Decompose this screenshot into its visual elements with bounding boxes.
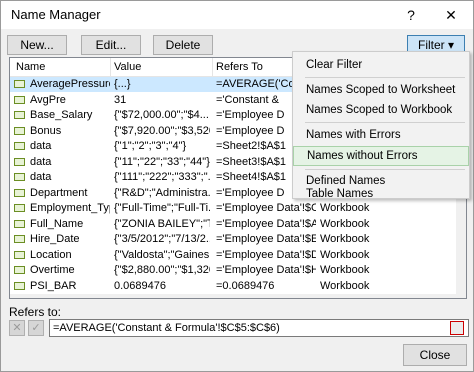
row-value: 31 [114, 93, 127, 106]
row-name: data [30, 155, 52, 168]
row-name: Full_Name [30, 217, 84, 230]
delete-button[interactable]: Delete [153, 35, 213, 55]
row-name: data [30, 140, 52, 152]
row-scope: Workbook [320, 202, 370, 214]
range-select-icon[interactable] [450, 321, 464, 335]
row-name: Location [30, 248, 72, 261]
named-range-icon [14, 126, 25, 135]
row-name: data [30, 171, 52, 183]
column-header-refers-to[interactable]: Refers To [216, 61, 263, 73]
row-name: Base_Salary [30, 109, 93, 121]
named-range-icon [14, 142, 25, 150]
menu-separator [305, 169, 465, 170]
row-name: Department [30, 186, 88, 199]
name-manager-dialog: Name Manager ? ✕ New... Edit... Delete F… [0, 0, 474, 372]
column-divider[interactable] [110, 58, 111, 76]
row-name: Bonus [30, 124, 62, 137]
column-divider[interactable] [212, 58, 213, 76]
column-header-name[interactable]: Name [16, 61, 45, 73]
row-value: {"$72,000.00";"$4... [114, 109, 209, 121]
table-row[interactable]: Full_Name {"ZONIA BAILEY";"TA... ='Employe… [10, 217, 466, 232]
menu-item-without-errors[interactable]: Names without Errors [293, 146, 469, 166]
cancel-edit-icon[interactable]: ✕ [9, 320, 25, 336]
row-value: {"Full-Time";"Full-Ti... [114, 202, 210, 214]
help-button[interactable]: ? [397, 5, 425, 25]
table-row[interactable]: Hire_Date {"3/5/2012";"7/13/2... ='Employe… [10, 232, 466, 247]
row-refers-to: =0.0689476 [216, 279, 275, 292]
menu-item-table-names[interactable]: Table Names [293, 188, 469, 200]
horizontal-scrollbar[interactable] [10, 294, 466, 298]
row-value: {"111";"222";"333";"... [114, 171, 210, 183]
row-value: {"$7,920.00";"$3,520... [114, 124, 210, 137]
title-bar: Name Manager ? ✕ [1, 1, 473, 29]
row-scope: Workbook [320, 264, 370, 276]
named-range-icon [14, 188, 25, 197]
menu-item-scoped-workbook[interactable]: Names Scoped to Workbook [293, 100, 469, 120]
row-name: Hire_Date [30, 233, 80, 245]
row-value: {...} [114, 78, 131, 90]
table-row[interactable]: Employment_Type {"Full-Time";"Full-Ti... =… [10, 201, 466, 216]
row-value: {"$2,880.00";"$1,320... [114, 264, 210, 276]
named-range-icon [14, 173, 25, 181]
row-value: {"ZONIA BAILEY";"TA... [114, 217, 210, 230]
table-row[interactable]: PSI_BAR 0.0689476 =0.0689476 Workbook [10, 279, 466, 294]
row-scope: Workbook [320, 248, 370, 261]
row-name: AveragePressure [30, 78, 110, 90]
named-range-icon [14, 266, 25, 274]
row-name: AvgPre [30, 93, 66, 106]
row-refers-to: ='Employee Data'!$C... [216, 202, 316, 214]
row-value: 0.0689476 [114, 279, 166, 292]
menu-item-clear-filter[interactable]: Clear Filter [293, 55, 469, 75]
confirm-edit-icon[interactable]: ✓ [28, 320, 44, 336]
row-scope: Workbook [320, 217, 370, 230]
named-range-icon [14, 219, 25, 228]
close-window-button[interactable]: ✕ [437, 5, 465, 25]
row-refers-to: ='Employee Data'!$E... [216, 233, 316, 245]
named-range-icon [14, 80, 25, 88]
refers-to-label: Refers to: [9, 305, 62, 319]
row-value: {"3/5/2012";"7/13/2... [114, 233, 210, 245]
filter-menu: Clear Filter Names Scoped to Worksheet N… [292, 51, 470, 200]
menu-item-with-errors[interactable]: Names with Errors [293, 125, 469, 145]
named-range-icon [14, 235, 25, 243]
refers-to-value: =AVERAGE('Constant & Formula'!$C$5:$C$6) [53, 322, 280, 334]
menu-separator [305, 122, 465, 123]
close-button[interactable]: Close [403, 344, 467, 366]
named-range-icon [14, 157, 25, 166]
named-range-icon [14, 281, 25, 290]
row-name: PSI_BAR [30, 279, 77, 292]
row-refers-to: ='Employee Data'!$A... [216, 217, 316, 230]
row-scope: Workbook [320, 279, 370, 292]
row-scope: Workbook [320, 233, 370, 245]
menu-separator [305, 77, 465, 78]
row-value: {"1";"2";"3";"4"} [114, 140, 187, 152]
named-range-icon [14, 204, 25, 212]
row-refers-to: ='Employee Data'!$H... [216, 264, 316, 276]
named-range-icon [14, 95, 25, 104]
row-name: Employment_Type [30, 202, 110, 214]
menu-item-scoped-worksheet[interactable]: Names Scoped to Worksheet [293, 80, 469, 100]
table-row[interactable]: Overtime {"$2,880.00";"$1,320... ='Employe… [10, 263, 466, 278]
edit-button[interactable]: Edit... [81, 35, 141, 55]
row-refers-to: ='Employee Data'!$D... [216, 248, 316, 261]
dialog-title: Name Manager [11, 7, 101, 22]
refers-to-field[interactable]: =AVERAGE('Constant & Formula'!$C$5:$C$6) [49, 319, 469, 337]
row-name: Overtime [30, 264, 75, 276]
named-range-icon [14, 111, 25, 119]
row-value: {"11";"22";"33";"44"} [114, 155, 210, 168]
column-header-value[interactable]: Value [114, 61, 141, 73]
row-value: {"R&D";"Administra... [114, 186, 210, 199]
row-value: {"Valdosta";"Gaines... [114, 248, 210, 261]
named-range-icon [14, 250, 25, 259]
new-button[interactable]: New... [7, 35, 67, 55]
table-row[interactable]: Location {"Valdosta";"Gaines... ='Employee… [10, 248, 466, 263]
